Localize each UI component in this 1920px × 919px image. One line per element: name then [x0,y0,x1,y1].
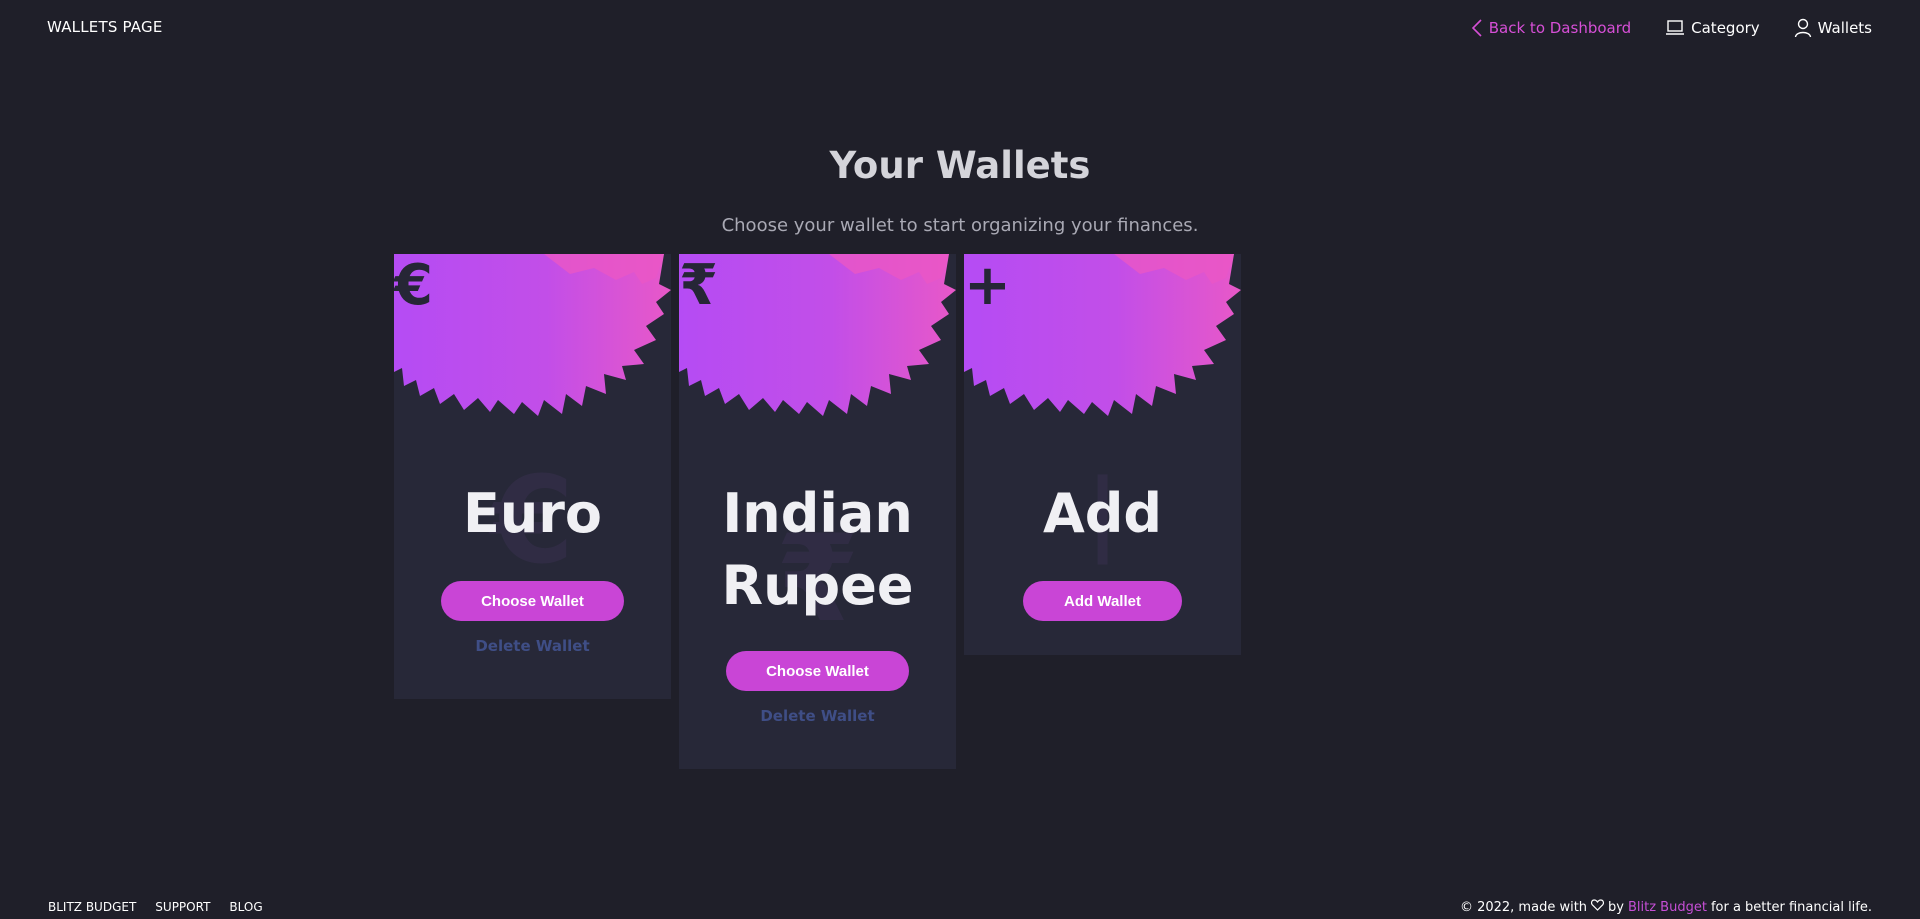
blitz-budget-link[interactable]: Blitz Budget [1628,900,1707,915]
copyright-suffix: for a better financial life. [1710,899,1872,915]
wallet-title: Add [964,478,1241,550]
user-icon [1794,18,1812,38]
currency-symbol: € [394,254,433,318]
choose-wallet-button[interactable]: Choose Wallet [726,651,909,691]
plus-icon: + [964,254,1011,318]
choose-wallet-button[interactable]: Choose Wallet [441,581,624,621]
heart-icon [1590,899,1605,915]
footer-links: BLITZ BUDGET SUPPORT BLOG [48,900,263,914]
category-link[interactable]: Category [1665,19,1760,37]
wallets-label: Wallets [1817,19,1872,37]
copyright-by: by [1608,899,1624,915]
page-subtitle: Choose your wallet to start organizing y… [721,215,1199,236]
currency-symbol: ₹ [679,254,718,318]
page-title: Your Wallets [829,144,1091,187]
wallet-title: Euro [394,478,671,550]
wallet-title: Indian Rupee [679,478,956,622]
footer-link-blitz-budget[interactable]: BLITZ BUDGET [48,900,136,914]
back-to-dashboard-link[interactable]: Back to Dashboard [1471,19,1631,37]
wallet-card-indian-rupee: ₹ ₹ Indian Rupee Choose Wallet Delete Wa… [679,254,956,769]
wallet-card-add: + | Add Add Wallet [964,254,1241,655]
back-to-dashboard-label: Back to Dashboard [1488,19,1632,37]
wallet-title-line: Indian [722,482,913,545]
footer-link-support[interactable]: SUPPORT [155,900,210,914]
nav-menu: Back to Dashboard Category Wallets [1471,18,1872,38]
delete-wallet-link[interactable]: Delete Wallet [394,637,671,655]
category-label: Category [1691,19,1760,37]
footer-copyright: © 2022, made with by Blitz Budget for a … [1460,899,1872,915]
laptop-icon [1665,19,1685,37]
copyright-prefix: © 2022, made with [1459,899,1588,915]
wallet-title-line: Rupee [721,554,914,617]
delete-wallet-link[interactable]: Delete Wallet [679,707,956,725]
footer-link-blog[interactable]: BLOG [229,900,262,914]
top-navbar: WALLETS PAGE Back to Dashboard Category … [0,0,1920,60]
wallet-title-line: Euro [462,482,603,545]
wallet-title-line: Add [1042,482,1163,545]
chevron-left-icon [1471,19,1483,37]
page-brand: WALLETS PAGE [47,18,163,36]
add-wallet-button[interactable]: Add Wallet [1023,581,1182,621]
wallets-link[interactable]: Wallets [1794,18,1872,38]
wallet-card-euro: € € Euro Choose Wallet Delete Wallet [394,254,671,699]
